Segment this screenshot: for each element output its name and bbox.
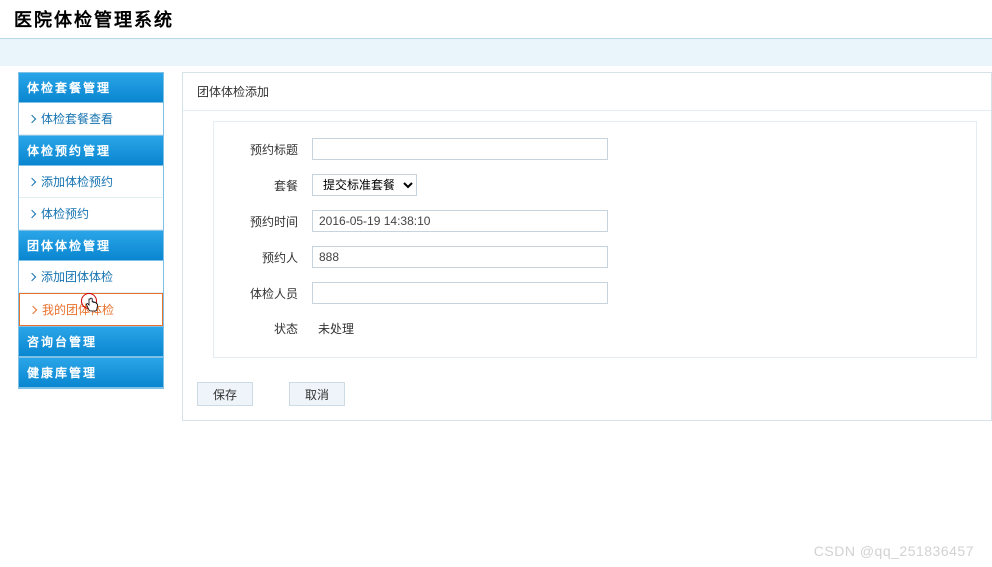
input-reservation-title[interactable] — [312, 138, 608, 160]
chevron-right-icon — [28, 177, 36, 185]
nav-item-label: 体检套餐查看 — [41, 110, 113, 127]
label-package: 套餐 — [214, 177, 298, 194]
label-status: 状态 — [214, 320, 298, 337]
label-reservation-title: 预约标题 — [214, 141, 298, 158]
watermark: CSDN @qq_251836457 — [814, 543, 974, 559]
select-package[interactable]: 提交标准套餐 — [312, 174, 417, 196]
value-reserver: 888 — [312, 246, 608, 268]
nav-my-group-exam[interactable]: 我的团体体检 — [19, 293, 163, 326]
save-button[interactable]: 保存 — [197, 382, 253, 406]
nav-header-health-lib[interactable]: 健康库管理 — [19, 357, 163, 388]
nav-add-exam-reservation[interactable]: 添加体检预约 — [19, 166, 163, 198]
label-reservation-time: 预约时间 — [214, 213, 298, 230]
nav-header-consult[interactable]: 咨询台管理 — [19, 326, 163, 357]
chevron-right-icon — [28, 272, 36, 280]
nav-header-reservation[interactable]: 体检预约管理 — [19, 135, 163, 166]
panel-title: 团体体检添加 — [183, 73, 991, 111]
sidebar: 体检套餐管理 体检套餐查看 体检预约管理 添加体检预约 体检预约 团体体检管理 … — [18, 72, 164, 389]
main-panel: 团体体检添加 预约标题 套餐 提交标准套餐 预约时间 2016-05-19 14… — [182, 72, 992, 421]
nav-package-view[interactable]: 体检套餐查看 — [19, 103, 163, 135]
cancel-button[interactable]: 取消 — [289, 382, 345, 406]
nav-header-package[interactable]: 体检套餐管理 — [19, 73, 163, 103]
form-panel: 预约标题 套餐 提交标准套餐 预约时间 2016-05-19 14:38:10 … — [213, 121, 977, 358]
chevron-right-icon — [28, 114, 36, 122]
nav-exam-reservation[interactable]: 体检预约 — [19, 198, 163, 230]
nav-item-label: 添加团体体检 — [41, 268, 113, 285]
value-status: 未处理 — [312, 318, 360, 339]
nav-add-group-exam[interactable]: 添加团体体检 — [19, 261, 163, 293]
nav-item-label: 我的团体体检 — [42, 301, 114, 318]
page-title: 医院体检管理系统 — [0, 0, 992, 38]
value-reservation-time: 2016-05-19 14:38:10 — [312, 210, 608, 232]
chevron-right-icon — [29, 305, 37, 313]
nav-item-label: 体检预约 — [41, 205, 89, 222]
top-bar — [0, 38, 992, 66]
label-reserver: 预约人 — [214, 249, 298, 266]
label-staff: 体检人员 — [214, 285, 298, 302]
nav-item-label: 添加体检预约 — [41, 173, 113, 190]
chevron-right-icon — [28, 209, 36, 217]
nav-header-group-exam[interactable]: 团体体检管理 — [19, 230, 163, 261]
input-staff[interactable] — [312, 282, 608, 304]
